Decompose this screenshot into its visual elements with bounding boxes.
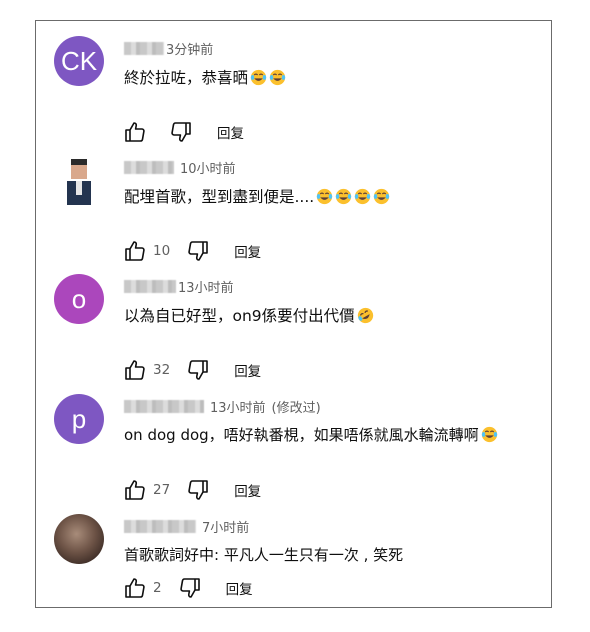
like-count: 10 bbox=[153, 243, 171, 259]
comment-text: 以為自已好型，on9係要付出代價 bbox=[124, 304, 374, 326]
like-count: 27 bbox=[153, 482, 171, 498]
avatar[interactable] bbox=[54, 514, 104, 564]
comment-time[interactable]: 7小时前 bbox=[202, 517, 249, 536]
thumbs-down-icon bbox=[188, 241, 208, 261]
thumbs-down-icon bbox=[171, 122, 191, 142]
comment-meta: 3分钟前 bbox=[124, 38, 213, 58]
comment-time[interactable]: 13小时前 bbox=[210, 397, 266, 416]
comment-text: on dog dog，唔好執番梘，如果唔係就風水輪流轉啊 bbox=[124, 424, 498, 445]
like-button[interactable] bbox=[121, 356, 149, 384]
comments-panel: CK 3分钟前 終於拉咗，恭喜晒 回复 10小时前 配埋首歌，型到盡到便是...… bbox=[35, 20, 552, 608]
like-count: 32 bbox=[153, 362, 171, 378]
like-button[interactable] bbox=[121, 574, 149, 602]
comment-item: o 13小时前 以為自已好型，on9係要付出代價 32 回复 bbox=[36, 274, 551, 392]
author-name-blurred[interactable] bbox=[124, 519, 196, 533]
comment-meta: 10小时前 bbox=[124, 157, 236, 177]
comment-item: 10小时前 配埋首歌，型到盡到便是.... 10 回复 bbox=[36, 155, 551, 273]
thumbs-up-icon bbox=[125, 480, 145, 500]
comment-item: p 13小时前 (修改过) on dog dog，唔好執番梘，如果唔係就風水輪流… bbox=[36, 394, 551, 512]
comment-actions: 回复 bbox=[121, 118, 244, 146]
like-button[interactable] bbox=[121, 237, 149, 265]
edited-label: (修改过) bbox=[271, 400, 321, 416]
laughing-tears-icon bbox=[317, 188, 333, 205]
comment-meta: 13小时前 bbox=[124, 276, 234, 296]
dislike-button[interactable] bbox=[167, 118, 195, 146]
reply-button[interactable]: 回复 bbox=[226, 578, 253, 598]
thumbs-up-icon bbox=[125, 122, 145, 142]
comment-item: 7小时前 首歌歌詞好中: 平凡人一生只有一次 , 笑死 2 回复 bbox=[36, 514, 551, 632]
like-button[interactable] bbox=[121, 118, 149, 146]
avatar[interactable]: p bbox=[54, 394, 104, 444]
comment-meta: 7小时前 bbox=[124, 516, 249, 536]
laughing-tears-icon bbox=[374, 188, 390, 205]
comment-actions: 27 回复 bbox=[121, 476, 261, 504]
dislike-button[interactable] bbox=[184, 237, 212, 265]
rolling-laughing-icon bbox=[357, 307, 373, 324]
like-count: 2 bbox=[153, 580, 162, 596]
dislike-button[interactable] bbox=[184, 476, 212, 504]
thumbs-down-icon bbox=[188, 480, 208, 500]
laughing-tears-icon bbox=[336, 188, 352, 205]
avatar[interactable] bbox=[59, 155, 99, 205]
reply-button[interactable]: 回复 bbox=[234, 480, 261, 500]
laughing-tears-icon bbox=[269, 69, 286, 86]
thumbs-up-icon bbox=[125, 578, 145, 598]
author-name-blurred[interactable] bbox=[124, 399, 204, 413]
comment-meta: 13小时前 (修改过) bbox=[124, 396, 321, 416]
thumbs-down-icon bbox=[188, 360, 208, 380]
comment-item: CK 3分钟前 終於拉咗，恭喜晒 回复 bbox=[36, 36, 551, 154]
thumbs-up-icon bbox=[125, 241, 145, 261]
thumbs-up-icon bbox=[125, 360, 145, 380]
avatar-photo bbox=[59, 155, 99, 205]
comment-text: 配埋首歌，型到盡到便是.... bbox=[124, 185, 390, 207]
comment-text: 首歌歌詞好中: 平凡人一生只有一次 , 笑死 bbox=[124, 546, 404, 564]
dislike-button[interactable] bbox=[176, 574, 204, 602]
laughing-tears-icon bbox=[250, 69, 267, 86]
comment-text: 終於拉咗，恭喜晒 bbox=[124, 66, 286, 88]
comment-time[interactable]: 10小时前 bbox=[180, 158, 236, 177]
reply-button[interactable]: 回复 bbox=[234, 241, 261, 261]
avatar[interactable]: o bbox=[54, 274, 104, 324]
thumbs-down-icon bbox=[179, 578, 200, 598]
laughing-tears-icon bbox=[481, 426, 497, 443]
comment-time[interactable]: 3分钟前 bbox=[166, 39, 213, 58]
author-name-blurred[interactable] bbox=[124, 41, 164, 55]
like-button[interactable] bbox=[121, 476, 149, 504]
reply-button[interactable]: 回复 bbox=[217, 122, 244, 142]
avatar[interactable]: CK bbox=[54, 36, 104, 86]
reply-button[interactable]: 回复 bbox=[234, 360, 261, 380]
author-name-blurred[interactable] bbox=[124, 160, 174, 174]
comment-actions: 10 回复 bbox=[121, 237, 261, 265]
comment-actions: 2 回复 bbox=[121, 574, 253, 602]
comment-actions: 32 回复 bbox=[121, 356, 261, 384]
author-name-blurred[interactable] bbox=[124, 279, 176, 293]
laughing-tears-icon bbox=[355, 188, 371, 205]
comment-time[interactable]: 13小时前 bbox=[178, 277, 234, 296]
dislike-button[interactable] bbox=[184, 356, 212, 384]
